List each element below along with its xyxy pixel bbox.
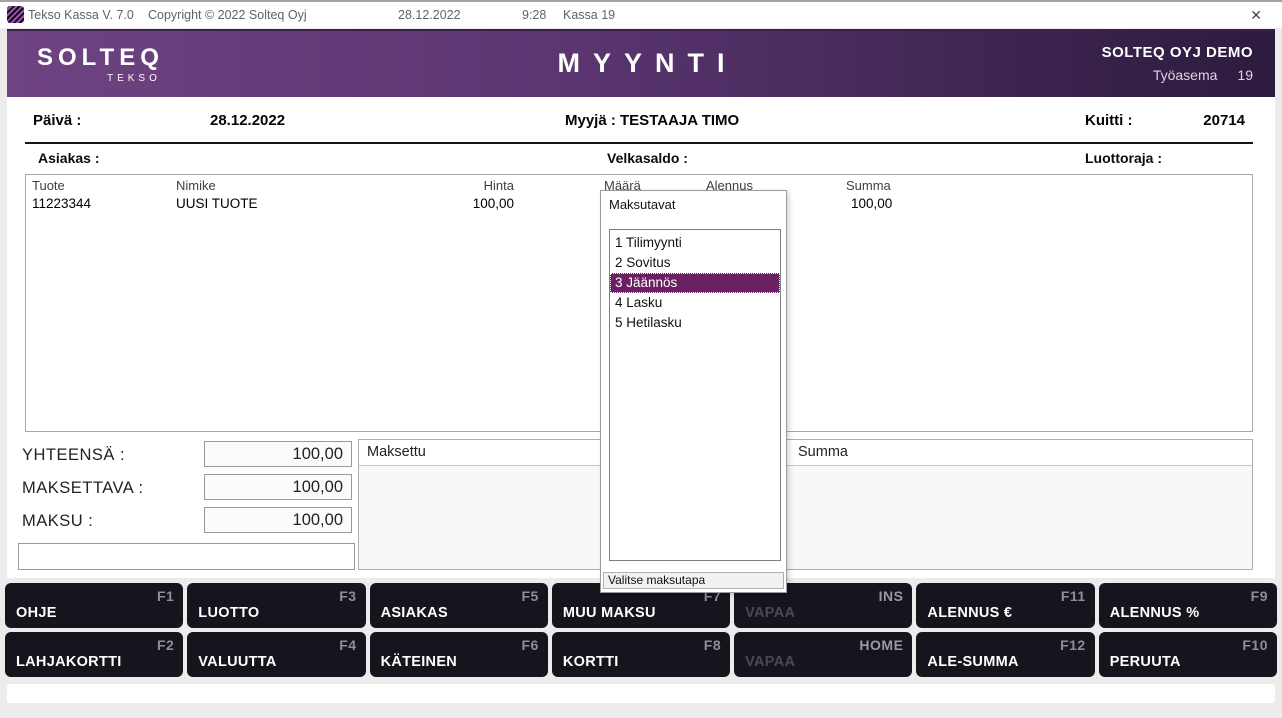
company-name: SOLTEQ OYJ DEMO [1102,44,1253,61]
ohje-button[interactable]: F1 OHJE [5,583,183,628]
titlebar-register: Kassa 19 [563,8,615,22]
asiakas-key: F5 [522,588,539,604]
alennus-pct-key: F9 [1251,588,1268,604]
alennus-euro-key: F11 [1061,588,1086,604]
col-header-summa: Summa [846,178,891,193]
payment-options-list[interactable]: 1 Tilimyynti 2 Sovitus 3 Jäännös 4 Lasku… [609,229,781,561]
luotto-key: F3 [339,588,356,604]
kortti-label: KORTTI [563,654,619,670]
app-header: SOLTEQ TEKSO MYYNTI SOLTEQ OYJ DEMO Työa… [7,29,1275,97]
close-icon[interactable]: ✕ [1250,7,1262,24]
receipt-label: Kuitti : [1085,112,1132,129]
payment-option[interactable]: 5 Hetilasku [610,313,780,333]
valuutta-label: VALUUTTA [198,654,276,670]
paid-header-label: Maksettu [367,444,426,460]
kateinen-button[interactable]: F6 KÄTEINEN [370,632,548,677]
receipt-value: 20714 [1185,112,1245,129]
lahjakortti-key: F2 [157,637,174,653]
sum-header-label: Summa [798,444,848,460]
vapaa-home-key: HOME [859,637,903,653]
peruuta-key: F10 [1242,637,1268,653]
logo-sub-text: TEKSO [37,73,164,84]
divider-line [25,142,1253,144]
titlebar-time: 9:28 [522,8,546,22]
ale-summa-label: ALE-SUMMA [927,654,1018,670]
titlebar-app-name: Tekso Kassa V. 7.0 [28,8,134,22]
credit-label: Luottoraja : [1085,150,1162,166]
payable-label: MAKSETTAVA : [22,479,144,498]
ohje-key: F1 [157,588,174,604]
bottom-status-bar [7,684,1275,703]
kortti-key: F8 [704,637,721,653]
cell-hinta: 100,00 [406,196,514,211]
date-label: Päivä : [33,112,81,129]
workstation-value: 19 [1237,67,1253,83]
solteq-logo: SOLTEQ TEKSO [37,44,164,84]
workstation-line: Työasema 19 [1102,67,1253,83]
ale-summa-button[interactable]: F12 ALE-SUMMA [916,632,1094,677]
col-header-hinta: Hinta [406,178,514,193]
lahjakortti-button[interactable]: F2 LAHJAKORTTI [5,632,183,677]
kateinen-label: KÄTEINEN [381,654,458,670]
app-icon [7,6,24,23]
page-title: MYYNTI [544,48,737,79]
kortti-button[interactable]: F8 KORTTI [552,632,730,677]
peruuta-button[interactable]: F10 PERUUTA [1099,632,1277,677]
asiakas-label: ASIAKAS [381,605,448,621]
alennus-pct-button[interactable]: F9 ALENNUS % [1099,583,1277,628]
customer-label: Asiakas : [38,150,99,166]
total-label: YHTEENSÄ : [22,446,125,465]
payable-value-box: 100,00 [204,474,352,500]
cell-nimike: UUSI TUOTE [176,196,258,211]
valuutta-key: F4 [339,637,356,653]
titlebar: Tekso Kassa V. 7.0 Copyright © 2022 Solt… [0,0,1282,28]
payment-option[interactable]: 1 Tilimyynti [610,233,780,253]
alennus-euro-button[interactable]: F11 ALENNUS € [916,583,1094,628]
payment-option[interactable]: 2 Sovitus [610,253,780,273]
vapaa-ins-key: INS [879,588,904,604]
col-header-tuote: Tuote [32,178,65,193]
logo-main-text: SOLTEQ [37,44,164,72]
header-right-block: SOLTEQ OYJ DEMO Työasema 19 [1102,44,1253,83]
paid-panel: Maksettu Summa [358,439,1253,570]
workstation-label: Työasema [1153,67,1218,83]
vapaa-home-label: VAPAA [745,654,795,670]
luotto-label: LUOTTO [198,605,259,621]
titlebar-date: 28.12.2022 [398,8,461,22]
peruuta-label: PERUUTA [1110,654,1181,670]
app-window: Tekso Kassa V. 7.0 Copyright © 2022 Solt… [0,0,1282,718]
payment-option[interactable]: 3 Jäännös [610,273,780,293]
ohje-label: OHJE [16,605,57,621]
cell-summa: 100,00 [851,196,892,211]
debt-label: Velkasaldo : [607,150,688,166]
col-header-nimike: Nimike [176,178,216,193]
lahjakortti-label: LAHJAKORTTI [16,654,122,670]
alennus-pct-label: ALENNUS % [1110,605,1200,621]
popup-title: Maksutavat [609,197,675,212]
amount-entry-field[interactable] [18,543,355,570]
cell-tuote: 11223344 [32,196,91,211]
muu-maksu-label: MUU MAKSU [563,605,656,621]
total-value-box: 100,00 [204,441,352,467]
payment-label: MAKSU : [22,512,93,531]
kateinen-key: F6 [522,637,539,653]
ale-summa-key: F12 [1060,637,1086,653]
vapaa-ins-label: VAPAA [745,605,795,621]
date-value: 28.12.2022 [210,112,285,129]
alennus-euro-label: ALENNUS € [927,605,1012,621]
payment-option[interactable]: 4 Lasku [610,293,780,313]
paid-panel-header: Maksettu Summa [359,440,1252,466]
titlebar-copyright: Copyright © 2022 Solteq Oyj [148,8,307,22]
seller-line: Myyjä : TESTAAJA TIMO [565,112,739,129]
vapaa-home-button: HOME VAPAA [734,632,912,677]
payment-popup: Maksutavat 1 Tilimyynti 2 Sovitus 3 Jään… [600,190,787,593]
luotto-button[interactable]: F3 LUOTTO [187,583,365,628]
asiakas-button[interactable]: F5 ASIAKAS [370,583,548,628]
valuutta-button[interactable]: F4 VALUUTTA [187,632,365,677]
function-key-bar: F1 OHJE F3 LUOTTO F5 ASIAKAS F7 MUU MAKS… [5,583,1277,677]
payment-value-box: 100,00 [204,507,352,533]
popup-status-bar: Valitse maksutapa [603,572,784,589]
